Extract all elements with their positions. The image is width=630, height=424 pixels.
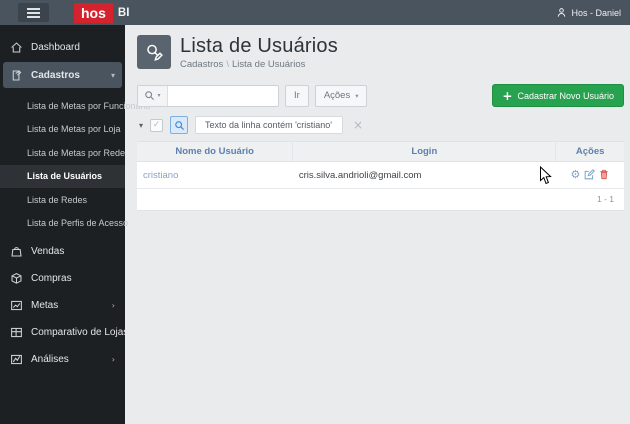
search-options-button[interactable]: ▾: [138, 85, 168, 106]
sidebar-item-lista-metas-funcionario[interactable]: Lista de Metas por Funcionário: [0, 94, 151, 118]
users-table: Nome do Usuário Login Ações cristiano cr…: [137, 141, 624, 189]
chevron-right-icon: ›: [111, 301, 115, 310]
app-logo[interactable]: hos BI: [74, 2, 130, 23]
edit-icon[interactable]: [584, 169, 596, 180]
sidebar-item-lista-perfis[interactable]: Lista de Perfis de Acesso: [0, 212, 128, 236]
sidebar-item-vendas[interactable]: Vendas: [0, 238, 125, 265]
sidebar-item-dashboard[interactable]: Dashboard: [0, 34, 125, 61]
breadcrumb: Cadastros \ Lista de Usuários: [180, 59, 338, 70]
page-title: Lista de Usuários: [180, 35, 338, 57]
box-icon: [11, 273, 22, 284]
chart-line-icon: [11, 300, 22, 311]
search-icon: [145, 91, 155, 101]
filter-row: ▾ ✓ Texto da linha contém 'cristiano' ×: [139, 116, 624, 134]
sidebar-item-analises[interactable]: Análises ›: [0, 346, 125, 373]
sidebar: Dashboard Cadastros ▾ Lista de Metas por…: [0, 25, 151, 424]
sidebar-item-metas[interactable]: Metas ›: [0, 292, 125, 319]
chevron-down-icon: ▾: [110, 70, 115, 80]
hamburger-icon: [27, 7, 40, 10]
sidebar-item-cadastros[interactable]: Cadastros ▾: [3, 62, 122, 88]
breadcrumb-cadastros[interactable]: Cadastros: [180, 59, 223, 70]
chevron-right-icon: ›: [111, 355, 115, 364]
remove-filter-icon[interactable]: ×: [353, 118, 363, 132]
chart-area-icon: [11, 354, 22, 365]
filter-enabled-checkbox[interactable]: ✓: [150, 118, 164, 132]
breadcrumb-current: Lista de Usuários: [231, 59, 306, 70]
filter-type-button[interactable]: [170, 116, 189, 134]
sidebar-item-comparativo-lojas[interactable]: Comparativo de Lojas: [0, 319, 128, 346]
table-header-row: Nome do Usuário Login Ações: [137, 141, 624, 162]
page-header: Lista de Usuários Cadastros \ Lista de Usu…: [125, 25, 630, 70]
trash-icon[interactable]: [599, 169, 609, 180]
search-icon: [174, 120, 184, 130]
clipboard-icon: [12, 69, 22, 80]
search-edit-icon: [146, 44, 163, 61]
chevron-down-icon: ▾: [157, 92, 161, 99]
cell-login: cris.silva.andrioli@gmail.com: [292, 161, 556, 189]
sidebar-item-compras[interactable]: Compras: [0, 265, 125, 292]
chevron-down-icon: ▾: [355, 91, 359, 100]
users-report: Nome do Usuário Login Ações cristiano cr…: [137, 141, 624, 211]
title-block: Lista de Usuários Cadastros \ Lista de Usu…: [180, 35, 338, 70]
plus-icon: +: [502, 88, 513, 103]
region-icon-box: [137, 35, 171, 69]
cadastros-submenu: Lista de Metas por Funcionário Lista de …: [0, 89, 151, 238]
table-row: cristiano cris.silva.andrioli@gmail.com …: [137, 161, 624, 189]
cell-acoes: ⚙: [555, 161, 624, 189]
filter-chip[interactable]: Texto da linha contém 'cristiano': [195, 116, 344, 134]
pagination-label: 1 - 1: [137, 189, 624, 210]
user-menu[interactable]: Hos - Daniel: [556, 7, 621, 18]
compare-table-icon: [11, 327, 22, 338]
logo-hos: hos: [74, 2, 113, 23]
user-icon: [558, 8, 566, 17]
create-user-button[interactable]: + Cadastrar Novo Usuário: [492, 84, 624, 107]
user-label: Hos - Daniel: [571, 7, 621, 18]
collapse-triangle-icon[interactable]: ▾: [139, 121, 143, 130]
sidebar-item-lista-redes[interactable]: Lista de Redes: [0, 188, 125, 212]
search-group: ▾: [137, 84, 279, 107]
main-content: Lista de Usuários Cadastros \ Lista de Usu…: [125, 25, 630, 424]
actions-menu-button[interactable]: Ações ▾: [314, 84, 368, 107]
home-icon: [11, 42, 22, 53]
sidebar-item-lista-metas-loja[interactable]: Lista de Metas por Loja: [0, 118, 125, 142]
search-input[interactable]: [168, 85, 278, 106]
column-header-nome[interactable]: Nome do Usuário: [137, 141, 294, 162]
topbar: hos BI Hos - Daniel: [0, 0, 630, 25]
go-button[interactable]: Ir: [285, 84, 309, 107]
column-header-acoes[interactable]: Ações: [555, 141, 624, 162]
logo-bi: BI: [117, 6, 130, 19]
column-header-login[interactable]: Login: [292, 141, 557, 162]
hamburger-menu-button[interactable]: [18, 3, 49, 22]
sidebar-item-lista-usuarios[interactable]: Lista de Usuários: [0, 164, 125, 188]
sidebar-item-lista-metas-rede[interactable]: Lista de Metas por Rede: [0, 141, 125, 165]
breadcrumb-separator: \: [226, 59, 229, 70]
report-toolbar: ▾ Ir Ações ▾ + Cadastrar Novo Usuário: [137, 84, 624, 107]
shopping-bag-icon: [11, 247, 22, 257]
check-icon: ✓: [152, 119, 161, 130]
cell-nome: cristiano: [137, 161, 293, 189]
gear-icon[interactable]: ⚙: [570, 169, 580, 180]
